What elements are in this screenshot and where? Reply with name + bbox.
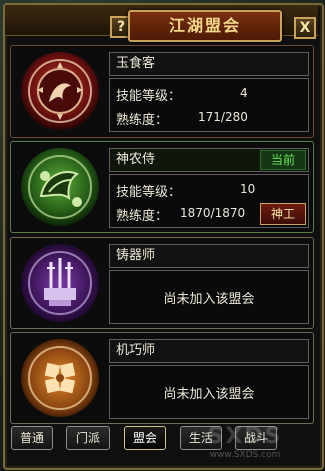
not-joined-status: 尚未加入该盟会 — [163, 387, 255, 402]
title-plate: 江湖盟会 — [128, 10, 282, 42]
not-joined-status: 尚未加入该盟会 — [163, 292, 255, 307]
guild-info-box: 尚未加入该盟会 — [109, 365, 309, 419]
skill-level-value: 4 — [240, 86, 248, 100]
close-button[interactable]: X — [294, 17, 316, 39]
guild-name-bar: 机巧师 — [109, 339, 309, 363]
skill-level-label: 技能等级： — [116, 185, 182, 200]
guild-card-zhuqishi[interactable]: 铸器师 尚未加入该盟会 — [10, 237, 314, 329]
guild-name-bar: 玉食客 — [109, 52, 309, 76]
tab-menpai[interactable]: 门派 — [66, 426, 110, 450]
guild-name: 神农侍 — [116, 152, 156, 167]
guild-info-box: 技能等级： 4 熟练度： 171/280 — [109, 78, 309, 132]
tab-putong[interactable]: 普通 — [11, 426, 53, 450]
proficiency-value: 171/280 — [198, 110, 248, 124]
skill-level-value: 10 — [240, 182, 256, 196]
guild-info-box: 尚未加入该盟会 — [109, 270, 309, 324]
tab-menghui[interactable]: 盟会 — [124, 426, 166, 450]
guild-card-yushike[interactable]: 玉食客 技能等级： 4 熟练度： 171/280 — [10, 45, 314, 138]
site-watermark: SXDS www.SXDS.com — [170, 424, 320, 468]
guild-name-bar: 铸器师 — [109, 244, 309, 268]
current-badge: 当前 — [260, 150, 306, 170]
guild-name: 玉食客 — [116, 56, 156, 71]
guild-card-jiqiaoshi[interactable]: 机巧师 尚未加入该盟会 — [10, 332, 314, 424]
guild-name-bar: 神农侍 当前 — [109, 148, 309, 172]
mechanism-gear-icon — [19, 337, 101, 419]
shengong-button[interactable]: 神工 — [260, 203, 306, 225]
watermark-text: www.SXDS.com — [209, 450, 281, 460]
forge-swords-icon — [19, 242, 101, 324]
wreath-dragon-icon — [19, 50, 101, 132]
window-title: 江湖盟会 — [168, 16, 241, 35]
proficiency-value: 1870/1870 — [180, 206, 246, 220]
guild-card-shennongshi[interactable]: 神农侍 当前 技能等级： 10 熟练度： 1870/1870 神工 — [10, 141, 314, 233]
proficiency-label: 熟练度： — [116, 113, 169, 128]
watermark-logo-icon: SXDS — [207, 424, 283, 449]
guild-info-box: 技能等级： 10 熟练度： 1870/1870 神工 — [109, 174, 309, 228]
skill-level-label: 技能等级： — [116, 89, 182, 104]
proficiency-label: 熟练度： — [116, 209, 169, 224]
guild-name: 机巧师 — [116, 343, 156, 358]
guild-name: 铸器师 — [116, 248, 156, 263]
game-window: ? 江湖盟会 X 玉食客 技能等级： 4 熟练度： 171/280 神农侍 当前… — [0, 0, 325, 471]
leaf-vine-icon — [19, 146, 101, 228]
